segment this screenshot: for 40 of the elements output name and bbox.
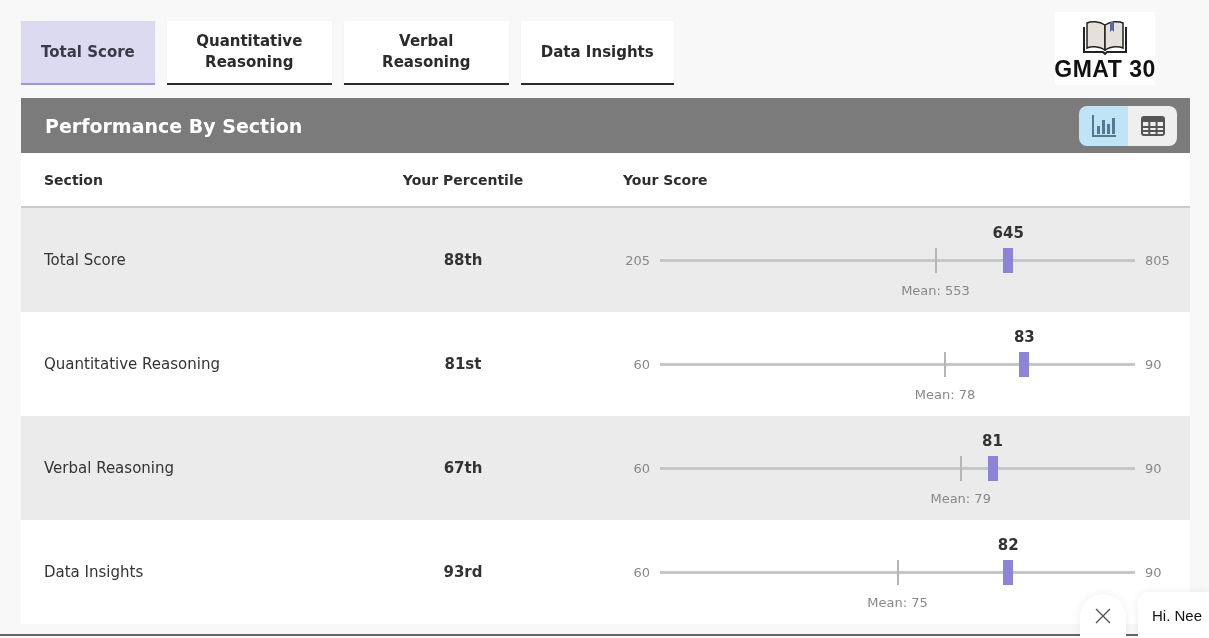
percentile-value: 81st <box>444 355 482 373</box>
close-icon <box>1095 608 1111 624</box>
column-header: Your Percentile <box>402 171 524 188</box>
scale-max-label: 90 <box>1145 356 1162 372</box>
section-name: Data Insights <box>44 563 144 581</box>
percentile-value: 67th <box>443 459 483 477</box>
chat-bubble[interactable]: Hi. Nee <box>1138 592 1209 638</box>
bar-chart-icon <box>1091 114 1116 137</box>
scale-min-label: 60 <box>633 356 650 372</box>
mean-label: Mean: 79 <box>930 491 991 507</box>
column-header: Section <box>44 171 103 188</box>
scale-max-label: 90 <box>1145 460 1162 476</box>
logo-wordmark: GMAT 30 <box>1054 56 1156 82</box>
section-name: Quantitative Reasoning <box>44 355 220 373</box>
section-tab[interactable]: Quantitative Reasoning <box>166 21 332 85</box>
percentile-value: 88th <box>443 251 483 269</box>
column-header: Your Score <box>623 171 708 188</box>
mean-label: Mean: 75 <box>867 595 928 611</box>
score-value: 81 <box>982 432 1003 450</box>
score-value: 645 <box>992 224 1024 242</box>
chart-view-button[interactable] <box>1079 105 1128 146</box>
percentile-value: 93rd <box>443 563 483 581</box>
mean-label: Mean: 78 <box>914 387 976 403</box>
book-icon <box>1083 19 1127 55</box>
table-icon <box>1140 115 1165 136</box>
mean-label: Mean: 553 <box>901 283 970 299</box>
scale-min-label: 205 <box>625 252 650 268</box>
score-value: 83 <box>1013 328 1035 346</box>
scale-min-label: 60 <box>633 564 650 580</box>
scale-max-label: 805 <box>1145 252 1170 268</box>
scale-min-label: 60 <box>633 460 650 476</box>
table-view-button[interactable] <box>1128 105 1177 146</box>
section-tab[interactable]: Total Score <box>21 21 155 85</box>
section-tab[interactable]: Verbal Reasoning <box>343 21 509 85</box>
score-value: 82 <box>997 536 1019 554</box>
section-name: Total Score <box>44 251 126 269</box>
scale-max-label: 90 <box>1145 564 1162 580</box>
section-tab[interactable]: Data Insights <box>520 21 674 85</box>
section-name: Verbal Reasoning <box>44 459 174 477</box>
panel-title: Performance By Section <box>45 114 303 137</box>
